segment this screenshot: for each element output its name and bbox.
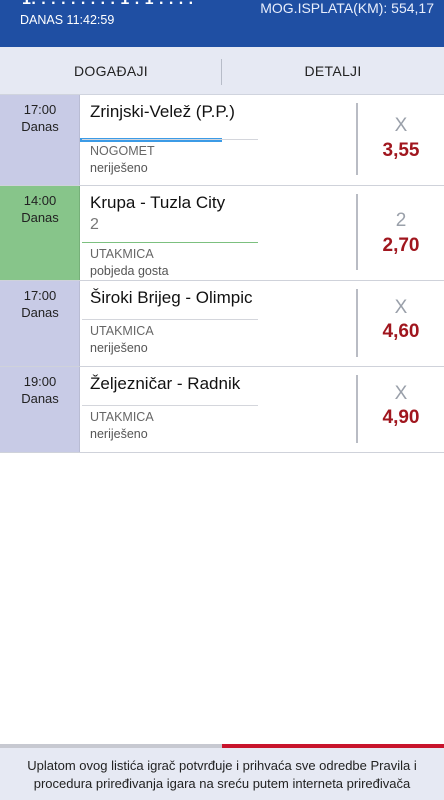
event-teams: Široki Brijeg - Olimpic [90,288,253,307]
event-tip: X [394,297,408,318]
event-separator [82,405,258,406]
event-odd: 3,55 [382,140,420,161]
terms-line-1: Uplatom ovog listića igrač potvrđuje i p… [27,758,417,773]
event-row[interactable]: 14:00 Danas Krupa - Tuzla City 2 UTAKMIC… [0,186,444,281]
odd-divider [356,103,358,175]
tab-events[interactable]: DOGAĐAJI [0,47,222,95]
event-tip: 2 [395,210,407,231]
event-teams: Željezničar - Radnik [90,374,241,393]
event-teams: Krupa - Tuzla City [90,193,226,212]
event-market: UTAKMICA [90,324,154,338]
event-row[interactable]: 17:00 Danas Zrinjski-Velež (P.P.) NOGOME… [0,95,444,186]
event-time-cell: 17:00 Danas [0,281,80,366]
event-day: Danas [21,210,59,225]
event-day: Danas [21,119,59,134]
event-time-cell: 19:00 Danas [0,367,80,452]
terms-notice: Uplatom ovog listića igrač potvrđuje i p… [0,748,444,800]
tab-bar: DOGAĐAJI DETALJI [0,47,444,142]
possible-payout: MOG.ISPLATA(KM): 554,17 [260,0,434,16]
event-separator [82,139,258,140]
event-row[interactable]: 17:00 Danas Široki Brijeg - Olimpic UTAK… [0,281,444,367]
event-odd: 4,90 [382,407,420,428]
event-time-cell: 14:00 Danas [0,186,80,280]
event-time-cell: 17:00 Danas [0,95,80,185]
event-outcome: neriješeno [90,341,148,355]
event-day: Danas [21,391,59,406]
event-outcome: neriješeno [90,427,148,441]
ticket-header: 1. . . . . . . . . 1 . 1 . . . . DANAS 1… [0,0,444,47]
terms-line-2: procedura priređivanja igara na sreću pu… [33,776,411,791]
event-teams: Zrinjski-Velež (P.P.) [90,102,235,121]
event-time: 17:00 [23,288,57,303]
event-market: UTAKMICA [90,247,154,261]
ticket-id: 1. . . . . . . . . 1 . 1 . . . . [22,0,194,9]
event-separator [82,319,258,320]
event-pick: 2 [90,216,99,233]
odd-divider [356,194,358,270]
event-separator [82,242,258,243]
tab-details[interactable]: DETALJI [222,47,444,95]
event-day: Danas [21,305,59,320]
ticket-time: DANAS 11:42:59 [20,13,115,27]
event-row[interactable]: 19:00 Danas Željezničar - Radnik UTAKMIC… [0,367,444,453]
event-odd: 2,70 [382,235,420,256]
event-list: 17:00 Danas Zrinjski-Velež (P.P.) NOGOME… [0,95,444,453]
event-tip: X [394,115,408,136]
event-market: NOGOMET [90,144,155,158]
event-market: UTAKMICA [90,410,154,424]
event-odd: 4,60 [382,321,420,342]
event-time: 17:00 [23,102,57,117]
event-tip: X [394,383,408,404]
event-outcome: pobjeda gosta [90,264,169,278]
event-time: 19:00 [23,374,57,389]
event-outcome: neriješeno [90,161,148,175]
event-time: 14:00 [23,193,57,208]
